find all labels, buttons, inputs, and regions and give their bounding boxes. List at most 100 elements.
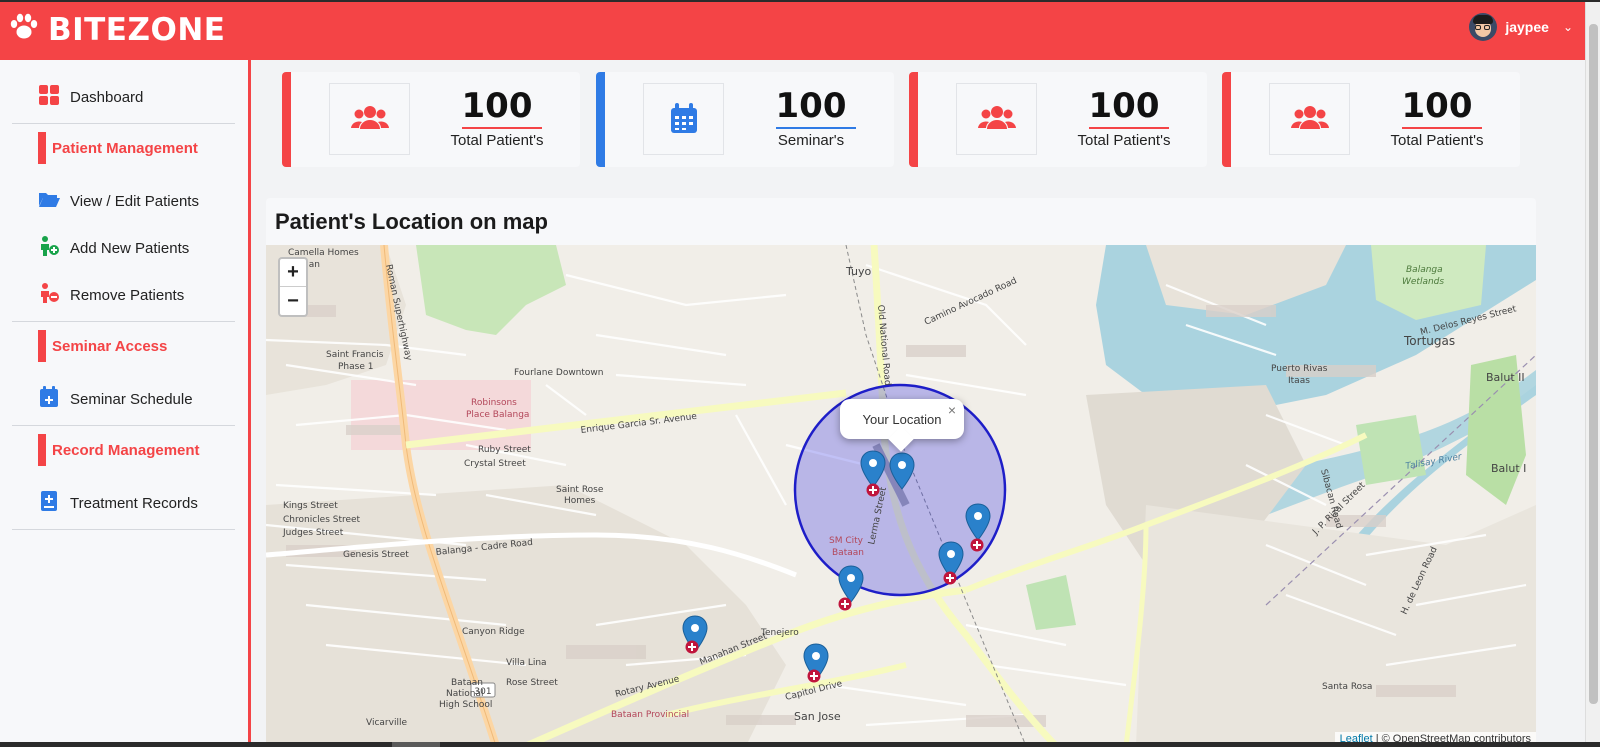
svg-text:Canyon Ridge: Canyon Ridge [462,627,525,637]
sidebar-item-remove-patients[interactable]: Remove Patients [38,282,184,308]
medical-cross-icon [866,483,880,497]
map-attribution: Leaflet | © OpenStreetMap contributors [1334,732,1536,742]
top-header: BITEZONE jaypee ⌄ [0,2,1585,60]
calendar-plus-icon [38,386,60,412]
stat-card-seminars: 100 Seminar's [596,72,894,167]
sidebar-item-label: Seminar Schedule [70,390,193,408]
medical-cross-icon [807,669,821,683]
svg-text:Bataan: Bataan [451,678,483,688]
svg-text:Balut I: Balut I [1491,462,1526,475]
users-icon [329,83,410,155]
svg-text:Saint Rose: Saint Rose [556,485,604,495]
location-popup: Your Location × [840,399,964,439]
medical-cross-icon [970,538,984,552]
svg-text:Wetlands: Wetlands [1402,277,1444,287]
svg-text:Rose Street: Rose Street [506,678,558,688]
divider [12,321,235,322]
svg-text:Villa Lina: Villa Lina [506,658,547,668]
leaflet-link[interactable]: Leaflet [1340,733,1373,742]
divider [12,425,235,426]
users-icon [1269,83,1350,155]
calendar-icon [643,83,724,155]
sidebar: Dashboard Patient Management View / Edit… [0,60,251,742]
stat-value: 100 [461,86,533,126]
svg-text:Vicarville: Vicarville [366,718,407,728]
stat-value: 100 [1401,86,1473,126]
stat-value: 100 [775,86,847,126]
section-patient-management: Patient Management [38,132,198,164]
svg-text:Balanga: Balanga [1406,265,1443,275]
svg-text:Homes: Homes [564,496,596,506]
stat-label: Total Patient's [1390,132,1484,149]
map-tiles[interactable]: 301 Camella Homes Bataan Roman Superhigh… [266,245,1536,742]
vertical-scrollbar[interactable] [1585,2,1600,742]
sidebar-item-dashboard[interactable]: Dashboard [38,84,143,110]
divider [12,123,235,124]
svg-text:Judges Street: Judges Street [282,528,344,538]
zoom-in-button[interactable]: + [280,259,306,287]
zoom-control: + − [278,257,308,317]
user-minus-icon [38,282,60,308]
attribution-text: | © OpenStreetMap contributors [1375,733,1531,742]
user-menu[interactable]: jaypee ⌄ [1469,13,1573,41]
app-window: BITEZONE jaypee ⌄ Dashboard Patient Mana… [0,2,1585,742]
section-record-management: Record Management [38,434,200,466]
paw-icon [8,11,40,48]
svg-text:Genesis Street: Genesis Street [343,550,409,560]
svg-text:Crystal Street: Crystal Street [464,459,526,469]
dashboard-icon [38,84,60,110]
patient-marker[interactable] [965,503,991,541]
users-icon [956,83,1037,155]
svg-text:Santa Rosa: Santa Rosa [1322,682,1372,692]
folder-open-icon [38,188,60,214]
svg-text:Saint Francis: Saint Francis [326,350,384,360]
stat-value: 100 [1088,86,1160,126]
map-panel: Patient's Location on map 301 Camella Ho… [266,198,1536,742]
sidebar-item-view-edit-patients[interactable]: View / Edit Patients [38,188,199,214]
stat-card-total-patients: 100 Total Patient's [282,72,580,167]
medical-book-icon [38,490,60,516]
svg-text:Balut II: Balut II [1486,371,1525,384]
svg-text:Tenejero: Tenejero [760,628,799,638]
svg-text:High School: High School [439,700,492,710]
taskbar-strip [0,742,1600,747]
stat-card-total-patients-3: 100 Total Patient's [1222,72,1520,167]
medical-cross-icon [943,571,957,585]
scrollbar-thumb[interactable] [1589,24,1598,704]
section-seminar-access: Seminar Access [38,330,167,362]
svg-text:SM City: SM City [829,536,864,546]
svg-text:Bataan: Bataan [832,548,864,558]
avatar [1469,13,1498,41]
zoom-out-button[interactable]: − [280,287,306,315]
sidebar-item-label: Remove Patients [70,286,185,304]
sidebar-item-label: Dashboard [70,88,144,106]
brand[interactable]: BITEZONE [8,11,225,48]
stat-label: Total Patient's [1077,132,1171,149]
brand-name: BITEZONE [48,11,226,48]
stat-card-total-patients-2: 100 Total Patient's [909,72,1207,167]
svg-text:Ruby Street: Ruby Street [478,445,531,455]
sidebar-item-seminar-schedule[interactable]: Seminar Schedule [38,386,193,412]
sidebar-item-label: Add New Patients [70,239,190,257]
svg-text:Itaas: Itaas [1288,376,1310,386]
panel-title: Patient's Location on map [275,209,548,234]
svg-text:Tuyo: Tuyo [845,265,872,278]
medical-cross-icon [838,597,852,611]
stat-label: Seminar's [777,132,845,149]
svg-text:Tortugas: Tortugas [1403,334,1455,348]
medical-cross-icon [685,640,699,654]
map-view[interactable]: 301 Camella Homes Bataan Roman Superhigh… [266,245,1536,742]
sidebar-item-add-new-patients[interactable]: Add New Patients [38,235,189,261]
your-location-marker[interactable] [889,452,915,490]
svg-text:San Jose: San Jose [794,710,841,723]
user-plus-icon [38,235,60,261]
sidebar-item-label: View / Edit Patients [70,192,199,210]
sidebar-item-treatment-records[interactable]: Treatment Records [38,490,198,516]
svg-text:Puerto Rivas: Puerto Rivas [1271,364,1328,374]
chevron-down-icon[interactable]: ⌄ [1563,20,1573,34]
user-name: jaypee [1505,19,1549,35]
svg-text:Place Balanga: Place Balanga [466,410,529,420]
stat-label: Total Patient's [450,132,544,149]
svg-text:Camino Avocado Road: Camino Avocado Road [923,276,1019,328]
close-icon[interactable]: × [948,402,956,418]
